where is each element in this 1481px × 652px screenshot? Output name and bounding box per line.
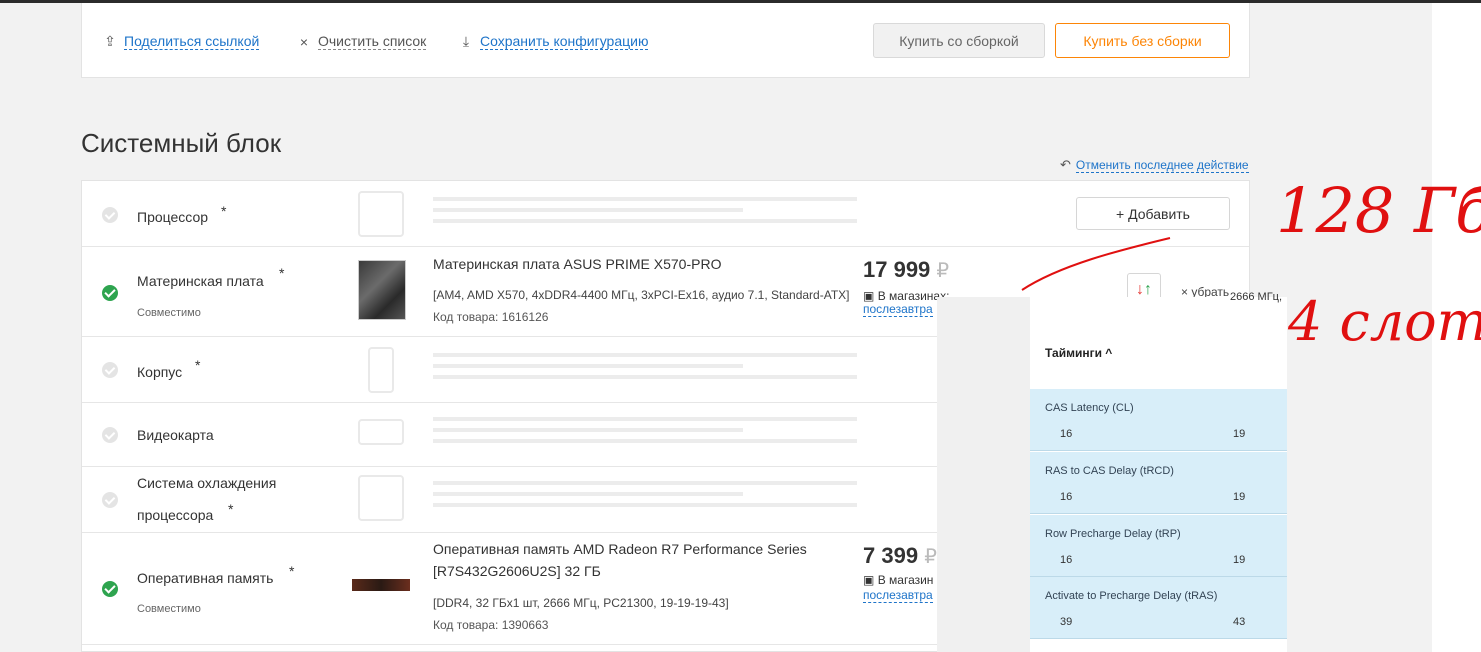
timing-value-a: 16 [1060,428,1073,440]
status-empty-icon [102,362,118,378]
product-price: 17 999 ₽ [863,257,949,283]
cooler-placeholder-icon [358,475,404,521]
product-name-line2: [R7S432G2606U2S] 32 ГБ [433,563,601,579]
store-icon: ▣ [863,289,875,303]
timing-value-b: 19 [1233,491,1246,503]
category-label[interactable]: Видеокарта [137,419,214,451]
timing-value-b: 19 [1233,554,1246,566]
save-label: Сохранить конфигурацию [480,33,649,50]
undo-icon: ↶ [1060,157,1071,172]
placeholder-lines [433,197,857,230]
config-toolbar: ⇪ Поделиться ссылкой × Очистить список ⤓… [81,3,1250,78]
timing-name: Row Precharge Delay (tRP) [1045,528,1181,540]
store-icon: ▣ [863,573,875,587]
category-label[interactable]: Корпус [137,356,182,388]
row-processor: Процессор * + Добавить [82,181,1249,247]
status-empty-icon [102,427,118,443]
right-margin [1432,3,1481,652]
currency-icon: ₽ [924,546,937,568]
product-name[interactable]: Оперативная память AMD Radeon R7 Perform… [433,538,807,560]
category-label[interactable]: Процессор [137,201,208,233]
timing-name: CAS Latency (CL) [1045,402,1134,414]
required-mark: * [228,501,234,517]
section-title: Системный блок [81,128,282,158]
status-empty-icon [102,492,118,508]
timings-header[interactable]: Тайминги ^ [1045,346,1112,360]
required-mark: * [289,563,295,579]
timings-screenshot-overlay: 2666 МГц, Тайминги ^ CAS Latency (CL) 16… [937,291,1287,652]
placeholder-lines [433,417,857,450]
share-icon: ⇪ [104,33,116,49]
undo-link[interactable]: ↶ Отменить последнее действие [1060,157,1249,173]
timing-value-a: 16 [1060,554,1073,566]
cut-text: 2666 МГц, [1230,291,1283,303]
product-specs: [AM4, AMD X570, 4xDDR4-4400 МГц, 3xPCI-E… [433,288,850,302]
availability-date-link[interactable]: послезавтра [863,303,933,317]
status-ok-icon [102,581,118,597]
timing-value-a: 39 [1060,616,1073,628]
price-value: 7 399 [863,543,919,568]
product-image[interactable] [358,260,406,320]
buy-without-build-button[interactable]: Купить без сборки [1055,23,1230,58]
product-image[interactable] [352,579,410,591]
clear-label: Очистить список [318,33,427,50]
share-link[interactable]: ⇪ Поделиться ссылкой [102,33,260,50]
category-label-line2: процессора [137,507,214,523]
compat-label: Совместимо [137,307,201,319]
availability-date-link[interactable]: послезавтра [863,589,933,603]
product-name[interactable]: Материнская плата ASUS PRIME X570-PRO [433,253,721,275]
share-label: Поделиться ссылкой [124,33,260,50]
status-ok-icon [102,285,118,301]
product-code: Код товара: 1616126 [433,310,549,324]
required-mark: * [279,265,285,281]
product-code: Код товара: 1390663 [433,618,549,632]
category-label[interactable]: Система охлаждения [137,467,276,499]
timing-name: Activate to Precharge Delay (tRAS) [1045,590,1218,602]
timing-name: RAS to CAS Delay (tRCD) [1045,465,1174,477]
status-empty-icon [102,207,118,223]
timing-value-b: 43 [1233,616,1246,628]
cpu-placeholder-icon [358,191,404,237]
availability-label: В магазин [877,573,934,587]
timing-row: CAS Latency (CL) 16 19 [1030,389,1287,451]
gpu-placeholder-icon [358,419,404,445]
price-value: 17 999 [863,257,931,282]
category-label[interactable]: Оперативная память [137,562,273,594]
timing-value-b: 19 [1233,428,1246,440]
add-processor-button[interactable]: + Добавить [1076,197,1230,230]
timing-row: RAS to CAS Delay (tRCD) 16 19 [1030,452,1287,514]
required-mark: * [195,357,201,373]
timings-panel: 2666 МГц, Тайминги ^ CAS Latency (CL) 16… [1030,291,1287,652]
product-price: 7 399 ₽ [863,543,937,569]
category-label[interactable]: Материнская плата [137,265,264,297]
buy-with-build-button[interactable]: Купить со сборкой [873,23,1045,58]
case-placeholder-icon [368,347,394,393]
product-specs: [DDR4, 32 ГБx1 шт, 2666 МГц, PC21300, 19… [433,596,729,610]
clear-list-link[interactable]: × Очистить список [296,33,427,50]
placeholder-lines [433,353,857,386]
save-config-link[interactable]: ⤓ Сохранить конфигурацию [458,33,649,50]
compat-label: Совместимо [137,603,201,615]
placeholder-lines [433,481,857,514]
required-mark: * [221,203,227,219]
availability: ▣ В магазин [863,573,933,587]
undo-label: Отменить последнее действие [1075,157,1249,173]
close-icon: × [299,33,309,50]
timing-row: Activate to Precharge Delay (tRAS) 39 43 [1030,577,1287,639]
timing-row: Row Precharge Delay (tRP) 16 19 [1030,515,1287,577]
timing-value-a: 16 [1060,491,1073,503]
currency-icon: ₽ [936,260,950,282]
download-icon: ⤓ [462,33,470,49]
